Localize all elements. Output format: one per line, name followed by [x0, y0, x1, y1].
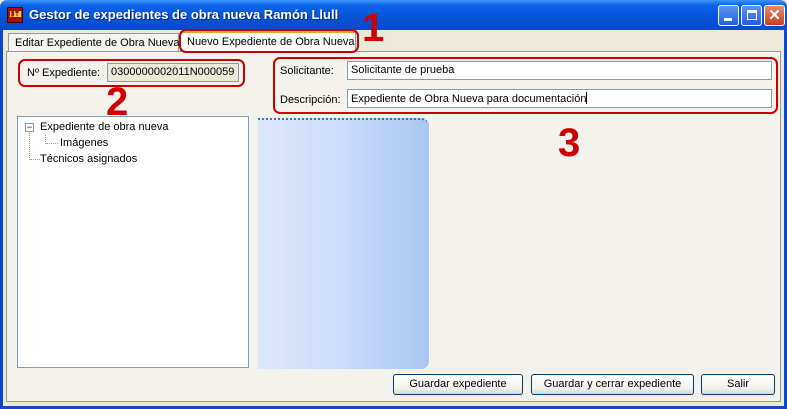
content-panel: [258, 118, 429, 369]
expediente-tree[interactable]: − Expediente de obra nueva Imágenes Técn…: [17, 116, 249, 368]
annotation-number-1: 1: [362, 6, 385, 50]
maximize-icon: [747, 10, 757, 20]
title-bar[interactable]: Llull Gestor de expedientes de obra nuev…: [0, 0, 787, 30]
close-icon: ✕: [768, 7, 781, 24]
save-close-button[interactable]: Guardar y cerrar expediente: [531, 374, 694, 395]
window-title: Gestor de expedientes de obra nueva Ramó…: [29, 7, 339, 22]
tree-node-expediente[interactable]: Expediente de obra nueva: [40, 121, 168, 133]
minimize-icon: [724, 18, 732, 21]
maximize-button[interactable]: [741, 5, 762, 26]
exit-button[interactable]: Salir: [701, 374, 775, 395]
annotation-box-2: [18, 59, 245, 87]
tab-editar-expediente[interactable]: Editar Expediente de Obra Nueva: [8, 33, 180, 51]
close-button[interactable]: ✕: [764, 5, 785, 26]
annotation-box-1: [179, 29, 359, 53]
annotation-number-2: 2: [106, 80, 129, 124]
app-icon: Llull: [7, 7, 23, 23]
collapse-icon[interactable]: −: [25, 123, 34, 132]
tree-node-tecnicos[interactable]: Técnicos asignados: [40, 153, 137, 165]
tree-connector: [46, 143, 58, 144]
save-button[interactable]: Guardar expediente: [393, 374, 523, 395]
annotation-number-3: 3: [558, 121, 581, 165]
annotation-box-3: [273, 57, 778, 114]
minimize-button[interactable]: [718, 5, 739, 26]
tree-connector: [29, 131, 30, 160]
tree-node-imagenes[interactable]: Imágenes: [60, 137, 108, 149]
tree-connector: [30, 159, 40, 160]
